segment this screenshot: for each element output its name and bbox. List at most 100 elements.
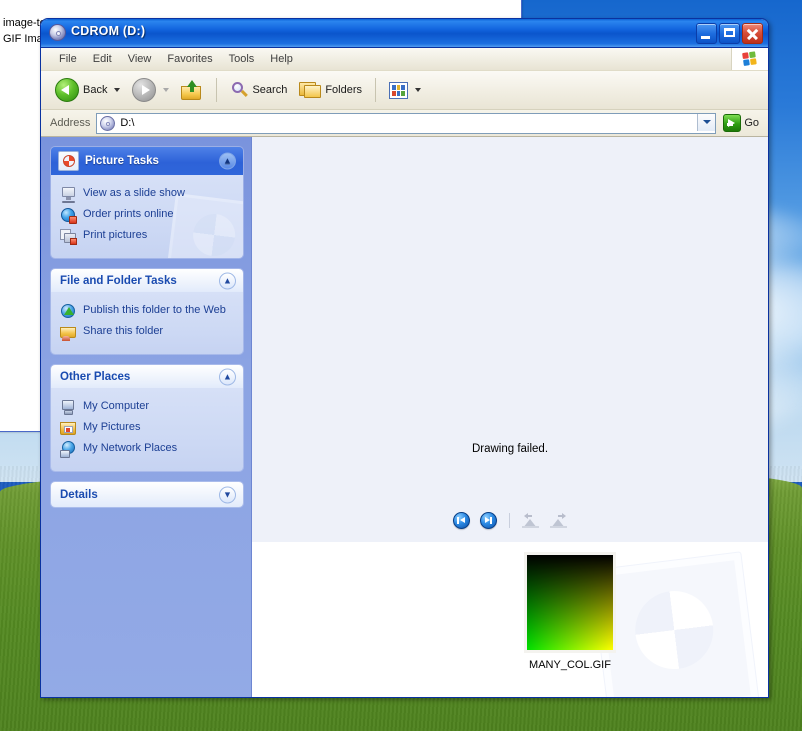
task-view-slideshow[interactable]: View as a slide show: [60, 186, 235, 203]
share-folder-icon: [60, 324, 77, 341]
task-pane: Picture Tasks ▲ View as a slide show Ord…: [41, 137, 251, 697]
place-label: My Computer: [83, 400, 150, 412]
print-pictures-icon: [60, 228, 77, 245]
forward-button[interactable]: [126, 75, 175, 105]
menu-tools[interactable]: Tools: [221, 51, 263, 67]
thumbnail-image[interactable]: [524, 552, 616, 653]
go-arrow-icon: [723, 114, 742, 132]
folders-button[interactable]: Folders: [293, 78, 368, 102]
back-dropdown-caret-icon[interactable]: [114, 88, 121, 92]
windows-flag-icon: [741, 51, 759, 67]
address-dropdown-button[interactable]: [697, 113, 716, 131]
task-print-pictures[interactable]: Print pictures: [60, 228, 235, 245]
back-arrow-icon: [55, 78, 79, 102]
up-folder-icon: [181, 80, 203, 100]
folders-label: Folders: [325, 84, 363, 96]
close-button[interactable]: [742, 23, 763, 44]
filmstrip-controls: [252, 512, 768, 529]
views-icon: [389, 81, 409, 99]
file-view: Drawing failed. MANY_COL.GIF: [251, 137, 768, 697]
menu-favorites[interactable]: Favorites: [159, 51, 220, 67]
menu-view[interactable]: View: [120, 51, 160, 67]
place-label: My Network Places: [83, 442, 178, 454]
window-title: CDROM (D:): [71, 24, 146, 38]
window-body: Picture Tasks ▲ View as a slide show Ord…: [41, 137, 768, 697]
chevron-up-icon[interactable]: ▲: [219, 272, 236, 289]
back-button[interactable]: Back: [49, 75, 126, 105]
panel-other-places: Other Places ▲ My Computer My Pictures M…: [51, 365, 243, 471]
panel-title: Details: [60, 488, 98, 501]
my-network-places-icon: [60, 441, 77, 458]
my-computer-icon: [60, 399, 77, 416]
my-pictures-icon: [60, 420, 77, 437]
chevron-up-icon[interactable]: ▲: [219, 152, 236, 170]
panel-picture-tasks-header[interactable]: Picture Tasks ▲: [51, 147, 243, 175]
place-my-network-places[interactable]: My Network Places: [60, 441, 235, 458]
views-dropdown-caret-icon[interactable]: [415, 88, 422, 92]
rotate-counterclockwise-button: [521, 513, 540, 528]
panel-other-places-body: My Computer My Pictures My Network Place…: [51, 388, 243, 471]
address-value: D:\: [120, 117, 135, 129]
thumbnail-label: MANY_COL.GIF: [529, 659, 611, 671]
task-label: Print pictures: [83, 229, 148, 241]
menu-file[interactable]: File: [51, 51, 85, 67]
search-icon: [230, 81, 249, 99]
panel-picture-tasks-body: View as a slide show Order prints online…: [51, 175, 243, 258]
list-item[interactable]: MANY_COL.GIF: [516, 552, 624, 671]
panel-file-folder-tasks-body: Publish this folder to the Web Share thi…: [51, 292, 243, 354]
task-publish-to-web[interactable]: Publish this folder to the Web: [60, 303, 235, 320]
menu-edit[interactable]: Edit: [85, 51, 120, 67]
cdrom-small-icon: [100, 115, 116, 131]
chevron-down-icon[interactable]: ▼: [219, 486, 236, 503]
task-label: Share this folder: [83, 325, 164, 337]
forward-arrow-icon: [132, 78, 157, 102]
controls-separator: [508, 513, 510, 528]
go-button[interactable]: Go: [722, 113, 763, 133]
menu-help[interactable]: Help: [262, 51, 301, 67]
search-button[interactable]: Search: [224, 78, 293, 102]
panel-title: Picture Tasks: [85, 155, 159, 167]
previous-image-button[interactable]: [452, 512, 470, 529]
views-button[interactable]: [383, 79, 427, 102]
picture-tasks-icon: [58, 151, 79, 171]
search-label: Search: [252, 84, 288, 96]
go-label: Go: [744, 117, 759, 129]
panel-details-header[interactable]: Details ▼: [51, 482, 243, 507]
task-order-prints[interactable]: Order prints online: [60, 207, 235, 224]
panel-title: File and Folder Tasks: [60, 274, 177, 287]
panel-other-places-header[interactable]: Other Places ▲: [51, 365, 243, 388]
publish-web-icon: [60, 303, 77, 320]
panel-file-folder-tasks: File and Folder Tasks ▲ Publish this fol…: [51, 269, 243, 354]
task-label: Publish this folder to the Web: [83, 304, 226, 316]
explorer-window[interactable]: CDROM (D:) File Edit View Favorites Tool…: [40, 18, 769, 698]
title-bar[interactable]: CDROM (D:): [41, 19, 768, 48]
slideshow-icon: [60, 186, 77, 203]
place-my-pictures[interactable]: My Pictures: [60, 420, 235, 437]
place-my-computer[interactable]: My Computer: [60, 399, 235, 416]
image-preview-pane[interactable]: Drawing failed.: [252, 137, 768, 542]
up-button[interactable]: [175, 77, 209, 103]
minimize-button[interactable]: [696, 23, 717, 44]
panel-file-folder-tasks-header[interactable]: File and Folder Tasks ▲: [51, 269, 243, 292]
address-input[interactable]: D:\: [96, 112, 717, 134]
task-label: Order prints online: [83, 208, 174, 220]
toolbar: Back Search Folders: [41, 71, 768, 110]
cdrom-icon: [49, 24, 66, 41]
chevron-up-icon[interactable]: ▲: [219, 368, 236, 385]
address-bar: Address D:\ Go: [41, 110, 768, 137]
filmstrip-thumbnails[interactable]: MANY_COL.GIF: [252, 542, 768, 697]
toolbar-separator: [375, 78, 377, 102]
folders-icon: [299, 81, 322, 99]
address-label: Address: [50, 117, 91, 129]
rotate-clockwise-button: [549, 513, 568, 528]
maximize-button[interactable]: [719, 23, 740, 44]
menu-bar: File Edit View Favorites Tools Help: [41, 48, 768, 71]
preview-message: Drawing failed.: [471, 443, 549, 455]
task-share-folder[interactable]: Share this folder: [60, 324, 235, 341]
next-image-button[interactable]: [479, 512, 497, 529]
panel-details: Details ▼: [51, 482, 243, 507]
panel-picture-tasks: Picture Tasks ▲ View as a slide show Ord…: [51, 147, 243, 258]
toolbar-separator: [216, 78, 218, 102]
window-controls: [696, 23, 763, 44]
forward-dropdown-caret-icon: [163, 88, 170, 92]
